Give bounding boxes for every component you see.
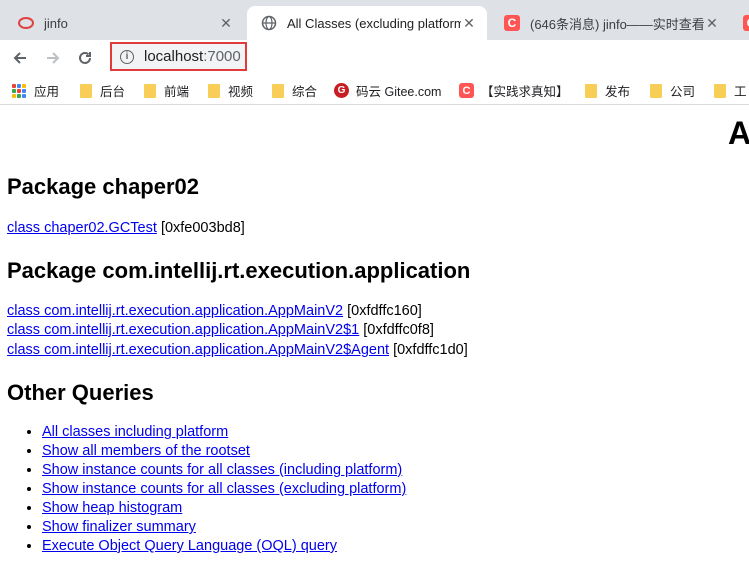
class-entry: class com.intellij.rt.execution.applicat… bbox=[7, 303, 422, 319]
list-item: Show finalizer summary bbox=[42, 518, 406, 537]
query-link[interactable]: Execute Object Query Language (OQL) quer… bbox=[42, 538, 337, 554]
bookmark-label: 公司 bbox=[670, 85, 696, 99]
folder-icon bbox=[585, 83, 597, 98]
bookmark-shipin[interactable]: 视频 bbox=[208, 81, 253, 100]
bookmark-zonghe[interactable]: 综合 bbox=[272, 81, 317, 100]
csdn-icon: C bbox=[459, 83, 474, 98]
bookmark-gong[interactable]: 工 bbox=[714, 81, 747, 100]
query-link[interactable]: Show instance counts for all classes (in… bbox=[42, 462, 402, 478]
queries-list: All classes including platform Show all … bbox=[0, 423, 406, 556]
list-item: Execute Object Query Language (OQL) quer… bbox=[42, 537, 406, 556]
query-link[interactable]: Show all members of the rootset bbox=[42, 443, 250, 459]
bookmark-label: 应用 bbox=[34, 85, 60, 99]
tab-strip: jinfo ✕ All Classes (excluding platform … bbox=[0, 0, 749, 40]
list-item: Show all members of the rootset bbox=[42, 442, 406, 461]
class-address: [0xfe003bd8] bbox=[160, 220, 245, 236]
class-link[interactable]: class chaper02.GCTest bbox=[7, 220, 157, 236]
list-item: Show heap histogram bbox=[42, 499, 406, 518]
back-arrow-icon bbox=[13, 52, 26, 64]
bookmark-label: 综合 bbox=[292, 85, 318, 99]
opera-icon bbox=[18, 15, 34, 31]
bookmarks-bar: 应用 后台 前端 视频 综合 G 码云 Gitee.com C 【实践求真知】 … bbox=[0, 76, 749, 105]
list-item: Show instance counts for all classes (ex… bbox=[42, 480, 406, 499]
list-item: All classes including platform bbox=[42, 423, 406, 442]
folder-icon bbox=[272, 83, 284, 98]
bookmark-gitee[interactable]: G 码云 Gitee.com bbox=[334, 81, 441, 100]
class-address: [0xfdffc160] bbox=[347, 303, 422, 319]
tab-all-classes[interactable]: All Classes (excluding platform ✕ bbox=[247, 6, 487, 40]
bookmark-label: 视频 bbox=[228, 85, 254, 99]
bookmark-apps[interactable]: 应用 bbox=[12, 81, 59, 100]
list-item: Show instance counts for all classes (in… bbox=[42, 461, 406, 480]
browser-toolbar: i localhost:7000 bbox=[0, 40, 749, 76]
tab-label: jinfo bbox=[44, 15, 68, 31]
reload-icon bbox=[79, 51, 91, 64]
tab-csdn[interactable]: C (646条消息) jinfo——实时查看和 ✕ bbox=[490, 6, 730, 40]
close-icon[interactable]: ✕ bbox=[704, 15, 720, 32]
class-link[interactable]: class com.intellij.rt.execution.applicat… bbox=[7, 322, 359, 338]
bookmark-houtai[interactable]: 后台 bbox=[80, 81, 125, 100]
csdn-icon: C bbox=[743, 15, 749, 31]
globe-icon bbox=[261, 15, 277, 31]
package-heading: Package chaper02 bbox=[7, 174, 200, 199]
class-entry: class chaper02.GCTest [0xfe003bd8] bbox=[7, 220, 245, 236]
folder-icon bbox=[714, 83, 726, 98]
query-link[interactable]: Show instance counts for all classes (ex… bbox=[42, 481, 406, 497]
page-content: A Package chaper02 class chaper02.GCTest… bbox=[0, 105, 749, 586]
tab-label: (646条消息) jinfo——实时查看和 bbox=[530, 16, 704, 32]
close-icon[interactable]: ✕ bbox=[218, 15, 234, 32]
forward-arrow-icon bbox=[47, 52, 60, 64]
query-link[interactable]: All classes including platform bbox=[42, 424, 228, 440]
bookmark-csdn[interactable]: C 【实践求真知】 bbox=[459, 81, 569, 100]
info-icon[interactable]: i bbox=[120, 49, 134, 64]
bookmark-label: 码云 Gitee.com bbox=[356, 85, 442, 99]
tab-jinfo[interactable]: jinfo ✕ bbox=[4, 6, 244, 40]
reload-button[interactable] bbox=[71, 44, 99, 72]
bookmark-label: 【实践求真知】 bbox=[481, 85, 569, 99]
tab-label: All Classes (excluding platform bbox=[287, 15, 461, 31]
package-heading: Package com.intellij.rt.execution.applic… bbox=[7, 258, 471, 283]
bookmark-label: 后台 bbox=[100, 85, 126, 99]
folder-icon bbox=[650, 83, 662, 98]
folder-icon bbox=[208, 83, 220, 98]
bookmark-label: 前端 bbox=[164, 85, 190, 99]
bookmark-label: 工 bbox=[734, 85, 747, 99]
class-entry: class com.intellij.rt.execution.applicat… bbox=[7, 322, 434, 338]
gitee-icon: G bbox=[334, 83, 349, 98]
folder-icon bbox=[144, 83, 156, 98]
address-bar[interactable]: i localhost:7000 bbox=[110, 42, 247, 71]
query-link[interactable]: Show finalizer summary bbox=[42, 519, 196, 535]
bookmark-fabu[interactable]: 发布 bbox=[585, 81, 630, 100]
class-entry: class com.intellij.rt.execution.applicat… bbox=[7, 342, 468, 358]
bookmark-label: 发布 bbox=[605, 85, 631, 99]
bookmark-qianduan[interactable]: 前端 bbox=[144, 81, 189, 100]
address-port: :7000 bbox=[203, 48, 241, 65]
folder-icon bbox=[80, 83, 92, 98]
page-title: A bbox=[728, 115, 749, 151]
class-link[interactable]: class com.intellij.rt.execution.applicat… bbox=[7, 303, 343, 319]
address-host: localhost bbox=[144, 48, 204, 65]
class-address: [0xfdffc1d0] bbox=[393, 342, 468, 358]
query-link[interactable]: Show heap histogram bbox=[42, 500, 182, 516]
other-queries-heading: Other Queries bbox=[7, 380, 154, 405]
tab-overflow[interactable]: C bbox=[733, 6, 749, 40]
close-icon[interactable]: ✕ bbox=[461, 15, 477, 32]
class-link[interactable]: class com.intellij.rt.execution.applicat… bbox=[7, 342, 389, 358]
forward-button[interactable] bbox=[39, 44, 67, 72]
csdn-icon: C bbox=[504, 15, 520, 31]
class-address: [0xfdffc0f8] bbox=[363, 322, 434, 338]
back-button[interactable] bbox=[6, 44, 34, 72]
bookmark-gongsi[interactable]: 公司 bbox=[650, 81, 695, 100]
apps-grid-icon bbox=[12, 83, 26, 98]
